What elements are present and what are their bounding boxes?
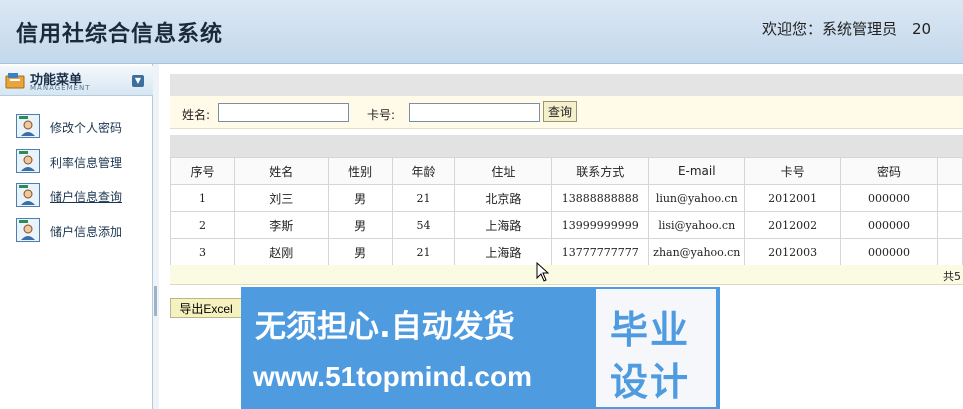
depositor-table: 序号 姓名 性别 年龄 住址 联系方式 E-mail 卡号 密码 1 刘三 男 … — [170, 157, 963, 266]
table-row[interactable]: 2 李斯 男 54 上海路 13999999999 lisi@yahoo.cn … — [170, 211, 963, 239]
cell-gender: 男 — [327, 211, 393, 239]
sidebar-item-label: 利率信息管理 — [50, 156, 123, 170]
col-header: 密码 — [840, 157, 938, 185]
app-header: 信用社综合信息系统 欢迎您：系统管理员 20 — [0, 0, 963, 64]
card-label: 卡号: — [367, 108, 396, 122]
name-input[interactable] — [218, 103, 349, 122]
sidebar-item-label: 储户信息查询 — [50, 190, 123, 204]
col-header: 姓名 — [233, 157, 329, 185]
col-header — [936, 157, 963, 185]
cell-password: 000000 — [840, 238, 938, 266]
table-row[interactable]: 3 赵刚 男 21 上海路 13777777777 zhan@yahoo.cn … — [170, 238, 963, 266]
sidebar-item-rate-management[interactable]: 利率信息管理 — [16, 147, 146, 175]
cell-card: 2012003 — [744, 238, 842, 266]
menu-subtitle: MANAGEMENT — [30, 84, 91, 92]
app-title: 信用社综合信息系统 — [16, 22, 224, 47]
col-header: 住址 — [454, 157, 553, 185]
cell-phone: 13777777777 — [551, 238, 650, 266]
cell-email: zhan@yahoo.cn — [648, 238, 746, 266]
cell-index: 1 — [170, 184, 235, 212]
cell-gender: 男 — [327, 184, 393, 212]
cell-name: 李斯 — [233, 211, 329, 239]
cell-address: 上海路 — [454, 211, 553, 239]
watermark-line2: www.51topmind.com — [253, 361, 532, 392]
cell-name: 刘三 — [233, 184, 329, 212]
user-icon — [16, 149, 40, 173]
sidebar-item-change-password[interactable]: 修改个人密码 — [16, 112, 146, 140]
watermark-box-line1: 毕业 — [610, 308, 691, 352]
col-header: 性别 — [327, 157, 393, 185]
cell-phone: 13999999999 — [551, 211, 650, 239]
cell-action — [936, 184, 963, 212]
cell-index: 2 — [170, 211, 235, 239]
cell-card: 2012002 — [744, 211, 842, 239]
cell-phone: 13888888888 — [551, 184, 650, 212]
table-row[interactable]: 1 刘三 男 21 北京路 13888888888 liun@yahoo.cn … — [170, 184, 963, 212]
sidebar-item-label: 储户信息添加 — [50, 225, 123, 239]
watermark-line1: 无须担心.自动发货 — [255, 309, 515, 345]
sidebar-splitter[interactable] — [153, 64, 159, 409]
sidebar-item-depositor-query[interactable]: 储户信息查询 — [16, 181, 146, 209]
user-icon — [16, 183, 40, 207]
col-header: 序号 — [170, 157, 235, 185]
cell-card: 2012001 — [744, 184, 842, 212]
cell-email: liun@yahoo.cn — [648, 184, 746, 212]
splitter-grip[interactable] — [154, 286, 157, 316]
mouse-cursor-icon — [536, 262, 550, 282]
cell-gender: 男 — [327, 238, 393, 266]
cell-age: 21 — [391, 238, 456, 266]
table-header-row: 序号 姓名 性别 年龄 住址 联系方式 E-mail 卡号 密码 — [170, 157, 963, 185]
sidebar: 功能菜单 MANAGEMENT ▼ 修改个人密码 利率信息管理 储户信息查询 储… — [0, 64, 153, 409]
cell-password: 000000 — [840, 184, 938, 212]
cell-name: 赵刚 — [233, 238, 329, 266]
search-bar: 姓名: 卡号: 查询 — [170, 96, 963, 129]
top-band — [170, 74, 963, 96]
card-input[interactable] — [409, 103, 540, 122]
user-icon — [16, 218, 40, 242]
col-header: 年龄 — [391, 157, 456, 185]
name-label: 姓名: — [182, 108, 211, 122]
table-caption-band — [170, 135, 963, 157]
sidebar-item-depositor-add[interactable]: 储户信息添加 — [16, 216, 146, 244]
watermark-banner: 无须担心.自动发货 www.51topmind.com 毕业 设计 — [241, 287, 720, 409]
watermark-box: 毕业 设计 — [596, 289, 716, 407]
cell-email: lisi@yahoo.cn — [648, 211, 746, 239]
cell-age: 54 — [391, 211, 456, 239]
col-header: 卡号 — [744, 157, 842, 185]
user-icon — [16, 114, 40, 138]
cell-address: 北京路 — [454, 184, 553, 212]
col-header: E-mail — [648, 157, 746, 185]
cell-password: 000000 — [840, 211, 938, 239]
cell-age: 21 — [391, 184, 456, 212]
menu-header[interactable]: 功能菜单 MANAGEMENT ▼ — [0, 66, 153, 96]
watermark-box-line2: 设计 — [610, 360, 691, 404]
export-excel-button[interactable]: 导出Excel — [170, 298, 242, 318]
pager-text: 共5 — [943, 270, 961, 283]
collapse-chevron-icon[interactable]: ▼ — [132, 75, 144, 87]
pager-bar: 共5 — [170, 265, 963, 285]
col-header: 联系方式 — [551, 157, 650, 185]
cell-index: 3 — [170, 238, 235, 266]
cell-action — [936, 211, 963, 239]
sidebar-item-label: 修改个人密码 — [50, 121, 123, 135]
query-button[interactable]: 查询 — [543, 101, 577, 122]
menu-folder-icon — [5, 73, 25, 89]
cell-action — [936, 238, 963, 266]
welcome-text: 欢迎您：系统管理员 20 — [762, 20, 932, 38]
